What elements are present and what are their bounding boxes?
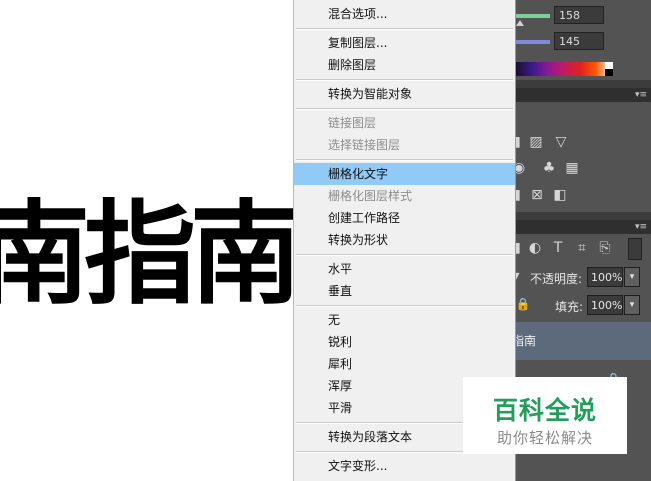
menu-item-rasterize-layer-style: 栅格化图层样式 [328, 189, 413, 203]
spectrum-black-swatch[interactable] [605, 69, 613, 76]
menu-item-vertical[interactable]: 垂直 [294, 280, 515, 302]
menu-item-rasterize-type[interactable]: 栅格化文字 [294, 163, 515, 185]
opacity-dropdown-button[interactable]: ▾ [624, 267, 640, 287]
slider-value-field[interactable]: 158 [554, 6, 604, 24]
menu-item-convert-to-shape[interactable]: 转换为形状 [294, 229, 515, 251]
menu-item-blending-options[interactable]: 混合选项... [294, 3, 515, 25]
document-canvas[interactable]: 南指南 [0, 0, 300, 481]
menu-separator [296, 159, 513, 161]
menu-separator [296, 254, 513, 256]
canvas-text-layer[interactable]: 南指南 [0, 190, 300, 320]
fill-dropdown-button[interactable]: ▾ [624, 295, 640, 315]
slider-knob[interactable] [516, 20, 524, 26]
levels-icon[interactable]: ▮ [516, 134, 526, 150]
adjustments-panel-header: ▾≡ [516, 88, 651, 102]
watermark-subtitle: 助你轻松解决 [496, 429, 593, 447]
invert-icon[interactable]: ▮ [516, 187, 526, 203]
menu-item-create-work-path[interactable]: 创建工作路径 [294, 207, 515, 229]
panel-divider [516, 80, 651, 88]
layer-row-selected[interactable]: 指南 [516, 322, 651, 360]
fill-field[interactable]: 100% [587, 295, 623, 315]
color-slider-g[interactable]: 158 [516, 6, 651, 26]
watermark-logo: 百科全说 助你轻松解决 [463, 377, 627, 454]
exposure-icon[interactable]: ▨ [527, 134, 545, 150]
slider-value-field[interactable]: 145 [554, 32, 604, 50]
menu-item-antialias-sharp[interactable]: 锐利 [294, 331, 515, 353]
menu-item-antialias-crisp[interactable]: 犀利 [294, 353, 515, 375]
filter-shape-icon[interactable]: ⌗ [573, 240, 591, 256]
menu-item-horizontal[interactable]: 水平 [294, 258, 515, 280]
watermark-title: 百科全说 [492, 396, 597, 425]
menu-item-delete-layer[interactable]: 删除图层 [294, 54, 515, 76]
filter-toggle-switch[interactable] [628, 238, 642, 260]
vibrance-icon[interactable]: ▽ [552, 134, 570, 150]
blend-mode-dropdown-arrow[interactable]: ▾ [516, 268, 525, 284]
panel-menu-icon[interactable]: ▾≡ [635, 222, 647, 232]
menu-separator [296, 108, 513, 110]
menu-item-duplicate-layer[interactable]: 复制图层... [294, 32, 515, 54]
panel-menu-icon[interactable]: ▾≡ [635, 90, 647, 100]
slider-track [516, 14, 550, 18]
layer-name: 指南 [516, 334, 537, 348]
menu-separator [296, 28, 513, 30]
filter-smart-object-icon[interactable]: ⎘ [596, 240, 614, 256]
filter-adjustment-icon[interactable]: ◐ [526, 240, 544, 256]
photo-filter-icon[interactable]: ♣ [540, 160, 558, 176]
menu-item-select-linked-layers: 选择链接图层 [328, 138, 401, 152]
filter-type-icon[interactable]: T [549, 240, 567, 256]
menu-item-convert-smart-object[interactable]: 转换为智能对象 [294, 83, 515, 105]
fill-label: 填充: [555, 300, 584, 314]
menu-separator [296, 79, 513, 81]
layers-panel-header: ▾≡ [516, 220, 651, 234]
panel-divider [516, 212, 651, 220]
gradient-map-icon[interactable]: ◧ [551, 187, 569, 203]
color-slider-b[interactable]: 145 [516, 32, 651, 52]
spectrum-white-swatch[interactable] [605, 62, 613, 69]
menu-item-warp-text[interactable]: 文字变形... [294, 455, 515, 477]
menu-separator [296, 305, 513, 307]
lock-all-icon[interactable]: 🔒 [516, 296, 532, 312]
selective-color-icon[interactable]: ⊠ [528, 187, 546, 203]
filter-pixel-icon[interactable]: ▮ [516, 240, 526, 256]
opacity-label: 不透明度: [530, 272, 583, 286]
menu-item-antialias-none[interactable]: 无 [294, 309, 515, 331]
color-spectrum-bar[interactable] [516, 62, 612, 76]
opacity-field[interactable]: 100% [587, 267, 623, 287]
color-lookup-icon[interactable]: ▦ [563, 160, 581, 176]
channel-mixer-icon[interactable]: ◉ [516, 160, 528, 176]
menu-item-link-layers: 链接图层 [328, 116, 377, 130]
slider-track [516, 40, 550, 44]
